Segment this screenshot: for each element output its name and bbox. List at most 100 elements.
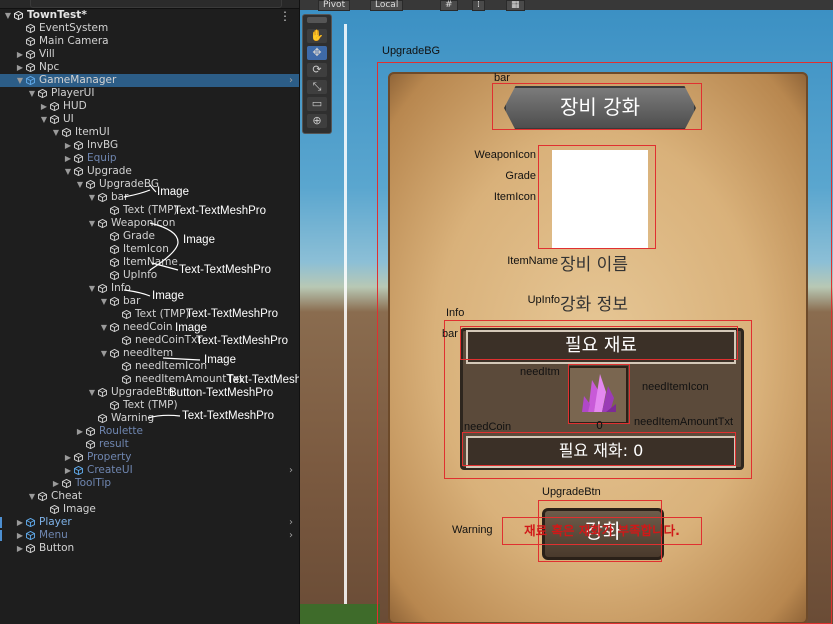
info-bar-rect[interactable]: [460, 326, 738, 360]
expand-down-icon[interactable]: ▼: [16, 74, 24, 87]
hierarchy-row[interactable]: EventSystem: [0, 22, 299, 35]
hierarchy-row-label: UpgradeBtn: [111, 386, 174, 398]
expand-down-icon[interactable]: ▼: [88, 191, 96, 204]
local-toggle[interactable]: Local: [370, 0, 404, 11]
expand-right-icon[interactable]: ▶: [76, 425, 84, 438]
needitem-rect[interactable]: [568, 364, 630, 424]
expand-down-icon[interactable]: ▼: [4, 9, 12, 22]
expand-down-icon[interactable]: ▼: [28, 490, 36, 503]
hierarchy-row[interactable]: ▼ Cheat: [0, 490, 299, 503]
bar-label: bar: [494, 72, 510, 84]
expand-down-icon[interactable]: ▼: [52, 126, 60, 139]
hierarchy-row[interactable]: needItemIcon: [0, 360, 299, 373]
expand-right-icon[interactable]: ▶: [64, 139, 72, 152]
hierarchy-row[interactable]: ▶ Property: [0, 451, 299, 464]
expand-right-icon[interactable]: ▶: [16, 61, 24, 74]
needcoin-rect[interactable]: [462, 432, 736, 466]
hierarchy-row[interactable]: ▼ UpgradeBG: [0, 178, 299, 191]
hierarchy-row[interactable]: ▼ WeaponIcon: [0, 217, 299, 230]
pivot-toggle[interactable]: Pivot: [318, 0, 351, 11]
expand-right-icon[interactable]: ▶: [40, 100, 48, 113]
increment-snap-icon[interactable]: ▦: [506, 0, 525, 11]
grid-snap-icon[interactable]: #: [440, 0, 458, 11]
gameobject-icon: [122, 375, 131, 384]
hierarchy-row[interactable]: ▼ GameManager ›: [0, 74, 299, 87]
open-prefab-chevron-icon[interactable]: ›: [289, 529, 293, 542]
move-tool-icon[interactable]: ✥: [307, 46, 327, 60]
expand-right-icon[interactable]: ▶: [16, 48, 24, 61]
hierarchy-row[interactable]: ▼ PlayerUI: [0, 87, 299, 100]
expand-right-icon[interactable]: ▶: [64, 464, 72, 477]
rect-tool-icon[interactable]: ▭: [307, 97, 327, 111]
expand-right-icon[interactable]: ▶: [16, 516, 24, 529]
expand-right-icon[interactable]: ▶: [52, 477, 60, 490]
hierarchy-row[interactable]: result: [0, 438, 299, 451]
hierarchy-row[interactable]: Grade: [0, 230, 299, 243]
hierarchy-row[interactable]: ▼ Info: [0, 282, 299, 295]
expand-down-icon[interactable]: ▼: [88, 386, 96, 399]
hierarchy-row[interactable]: ▼ bar: [0, 295, 299, 308]
hierarchy-row[interactable]: ▶ Npc: [0, 61, 299, 74]
hierarchy-row-label: Warning: [111, 412, 155, 424]
hierarchy-row[interactable]: ▶ Player ›: [0, 516, 299, 529]
rotate-tool-icon[interactable]: ⟳: [307, 63, 327, 77]
hierarchy-row[interactable]: ▶ Button: [0, 542, 299, 555]
expand-down-icon[interactable]: ▼: [100, 347, 108, 360]
expand-down-icon[interactable]: ▼: [40, 113, 48, 126]
hierarchy-search-bar[interactable]: [0, 0, 299, 9]
hierarchy-row-label: Property: [87, 451, 132, 463]
hierarchy-row[interactable]: ▼ UI: [0, 113, 299, 126]
open-prefab-chevron-icon[interactable]: ›: [289, 74, 293, 87]
hierarchy-row-label: needItem: [123, 347, 174, 359]
hierarchy-row[interactable]: Image: [0, 503, 299, 516]
hand-tool-icon[interactable]: ✋: [307, 29, 327, 43]
expand-right-icon[interactable]: ▶: [16, 542, 24, 555]
expand-right-icon[interactable]: ▶: [16, 529, 24, 542]
expand-down-icon[interactable]: ▼: [28, 87, 36, 100]
hierarchy-row[interactable]: ▶ Vill: [0, 48, 299, 61]
open-prefab-chevron-icon[interactable]: ›: [289, 516, 293, 529]
expand-down-icon[interactable]: ▼: [88, 217, 96, 230]
hierarchy-row[interactable]: ▼ needCoin: [0, 321, 299, 334]
hierarchy-row[interactable]: ▼ TownTest*: [0, 9, 299, 22]
open-prefab-chevron-icon[interactable]: ›: [289, 464, 293, 477]
hierarchy-row[interactable]: ▶ Menu ›: [0, 529, 299, 542]
hierarchy-row[interactable]: ▼ bar: [0, 191, 299, 204]
hierarchy-row-label: Main Camera: [39, 35, 109, 47]
hierarchy-search-input[interactable]: [30, 0, 282, 8]
hierarchy-row[interactable]: ItemIcon: [0, 243, 299, 256]
expand-down-icon[interactable]: ▼: [100, 295, 108, 308]
transform-tool-icon[interactable]: ⊕: [307, 114, 327, 128]
need-item-amount-text: 0: [596, 419, 603, 432]
hierarchy-row-label: Equip: [87, 152, 117, 164]
expand-down-icon[interactable]: ▼: [88, 282, 96, 295]
scene-view[interactable]: Pivot Local # ⁞ ▦ ✋ ✥ ⟳ ⤡ ▭ ⊕ UpgradeBG …: [299, 0, 833, 624]
hierarchy-row[interactable]: ▶ Equip: [0, 152, 299, 165]
bar-rect[interactable]: [492, 83, 702, 130]
hierarchy-row-label: Text (TMP): [123, 204, 178, 216]
hierarchy-row[interactable]: ▶ ToolTip: [0, 477, 299, 490]
gameobject-icon: [62, 479, 71, 488]
hierarchy-row[interactable]: ▼ needItem: [0, 347, 299, 360]
hierarchy-row[interactable]: ▼ Upgrade: [0, 165, 299, 178]
annotation-bar-text-type: Text-TextMeshPro: [174, 205, 267, 217]
weaponicon-label: WeaponIcon: [474, 149, 536, 161]
annotation-info-bar-text-type: Text-TextMeshPro: [186, 308, 279, 320]
hierarchy-row[interactable]: ▶ CreateUI ›: [0, 464, 299, 477]
needitem-label: needItm: [520, 366, 560, 378]
expand-right-icon[interactable]: ▶: [64, 152, 72, 165]
grade-label: Grade: [505, 170, 536, 182]
hierarchy-row[interactable]: ▼ ItemUI: [0, 126, 299, 139]
hierarchy-row[interactable]: Main Camera: [0, 35, 299, 48]
palette-handle-icon[interactable]: [307, 17, 327, 23]
expand-right-icon[interactable]: ▶: [64, 451, 72, 464]
hierarchy-row-label: UI: [63, 113, 74, 125]
expand-down-icon[interactable]: ▼: [76, 178, 84, 191]
expand-down-icon[interactable]: ▼: [100, 321, 108, 334]
scale-tool-icon[interactable]: ⤡: [307, 80, 327, 94]
hierarchy-row[interactable]: ▶ Roulette: [0, 425, 299, 438]
hierarchy-row[interactable]: ▶ InvBG: [0, 139, 299, 152]
hierarchy-row[interactable]: ▶ HUD: [0, 100, 299, 113]
snap-settings-icon[interactable]: ⁞: [472, 0, 485, 11]
expand-down-icon[interactable]: ▼: [64, 165, 72, 178]
